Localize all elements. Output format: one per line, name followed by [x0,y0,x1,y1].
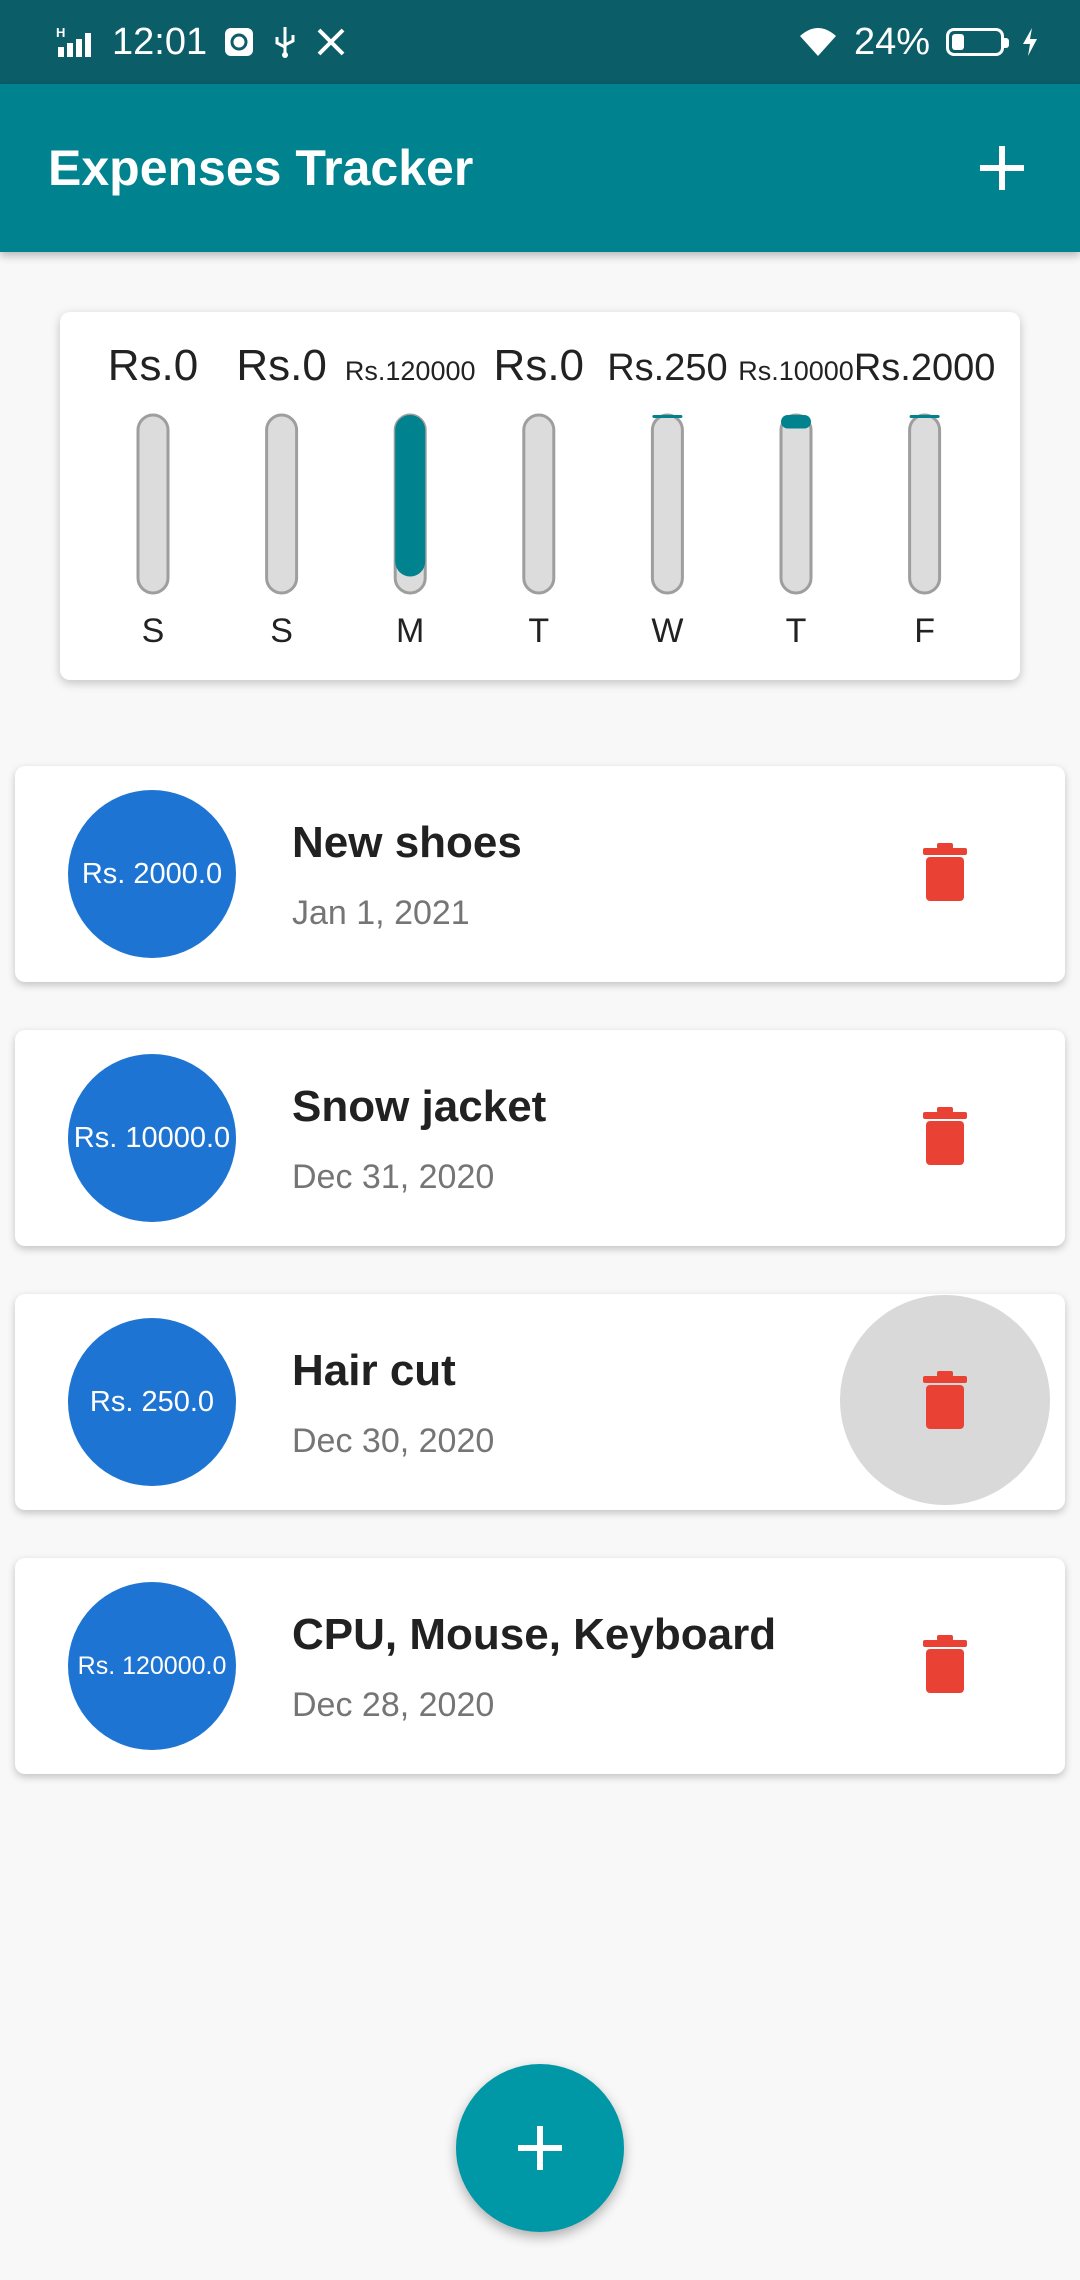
expense-list: Rs. 2000.0 New shoes Jan 1, 2021 Rs. 100… [15,766,1065,1822]
battery-percent: 24% [853,20,930,63]
clock: 12:01 [112,20,208,63]
trash-icon [923,1371,967,1429]
amount-avatar: Rs. 250.0 [68,1318,236,1486]
amount-avatar: Rs. 10000.0 [68,1054,236,1222]
page-title: Expenses Tracker [48,140,474,196]
bar-value-label: Rs.10000 [738,356,854,386]
trash-icon [923,1635,967,1693]
weekly-chart: Rs.0 S Rs.0 S Rs.120000 M Rs.0 T Rs.250 W Rs.10000… [108,341,996,650]
delete-button[interactable] [840,1559,1050,1769]
expense-title: Snow jacket [292,1082,547,1131]
bar-track [522,413,556,595]
expense-date: Dec 28, 2020 [292,1686,495,1724]
bar-track [908,413,942,595]
bar-fill [909,415,940,418]
trash-icon [923,1107,967,1165]
bar-fill [395,415,426,577]
usb-icon [271,25,299,59]
delete-button[interactable] [840,1295,1050,1505]
app-bar: Expenses Tracker [0,84,1080,252]
expense-date: Dec 30, 2020 [292,1422,495,1460]
day-label: M [396,612,424,650]
plus-icon [980,146,1024,190]
bar-value-label: Rs.0 [494,341,584,390]
delete-button[interactable] [840,767,1050,977]
bar-value-label: Rs.120000 [345,356,476,386]
bar-track [136,413,170,595]
bar-track [265,413,299,595]
battery-level [952,34,964,50]
trash-icon [923,843,967,901]
bar-value-label: Rs.0 [108,341,198,390]
day-label: S [270,612,293,650]
day-label: S [142,612,165,650]
day-label: T [786,612,807,650]
expense-date: Dec 31, 2020 [292,1158,495,1196]
signal-type-label: H [56,25,65,40]
wifi-icon [798,26,838,58]
add-expense-button[interactable] [970,136,1034,200]
weekly-chart-card: Rs.0 S Rs.0 S Rs.120000 M Rs.0 T Rs.250 W Rs.10000… [60,312,1020,680]
amount-avatar: Rs. 120000.0 [68,1582,236,1750]
list-item: Rs. 2000.0 New shoes Jan 1, 2021 [15,766,1065,982]
bar-fill [652,415,683,418]
add-expense-fab[interactable] [456,2064,624,2232]
day-label: T [528,612,549,650]
usb-debug-icon [223,26,255,58]
bar-value-label: Rs.2000 [854,347,996,389]
tools-icon [315,26,347,58]
expense-date: Jan 1, 2021 [292,894,470,932]
bar-value-label: Rs.250 [607,347,727,389]
bar-track [650,413,684,595]
expense-title: New shoes [292,818,522,867]
bar-fill [781,415,811,429]
day-label: F [914,612,935,650]
status-bar: H 12:01 24% [0,0,1080,84]
delete-button[interactable] [840,1031,1050,1241]
list-item: Rs. 10000.0 Snow jacket Dec 31, 2020 [15,1030,1065,1246]
bolt-icon [1020,26,1040,58]
day-label: W [651,612,683,650]
status-bar-right: 24% [798,21,1040,64]
plus-icon [518,2126,562,2170]
list-item: Rs. 250.0 Hair cut Dec 30, 2020 [15,1294,1065,1510]
list-item: Rs. 120000.0 CPU, Mouse, Keyboard Dec 28… [15,1558,1065,1774]
bar-value-label: Rs.0 [236,341,326,390]
expense-title: Hair cut [292,1346,456,1395]
battery-icon [946,28,1009,56]
signal-icon: H [56,25,96,59]
bar-track [779,413,813,595]
expense-title: CPU, Mouse, Keyboard [292,1610,777,1659]
amount-avatar: Rs. 2000.0 [68,790,236,958]
status-bar-left: H 12:01 [56,21,347,64]
